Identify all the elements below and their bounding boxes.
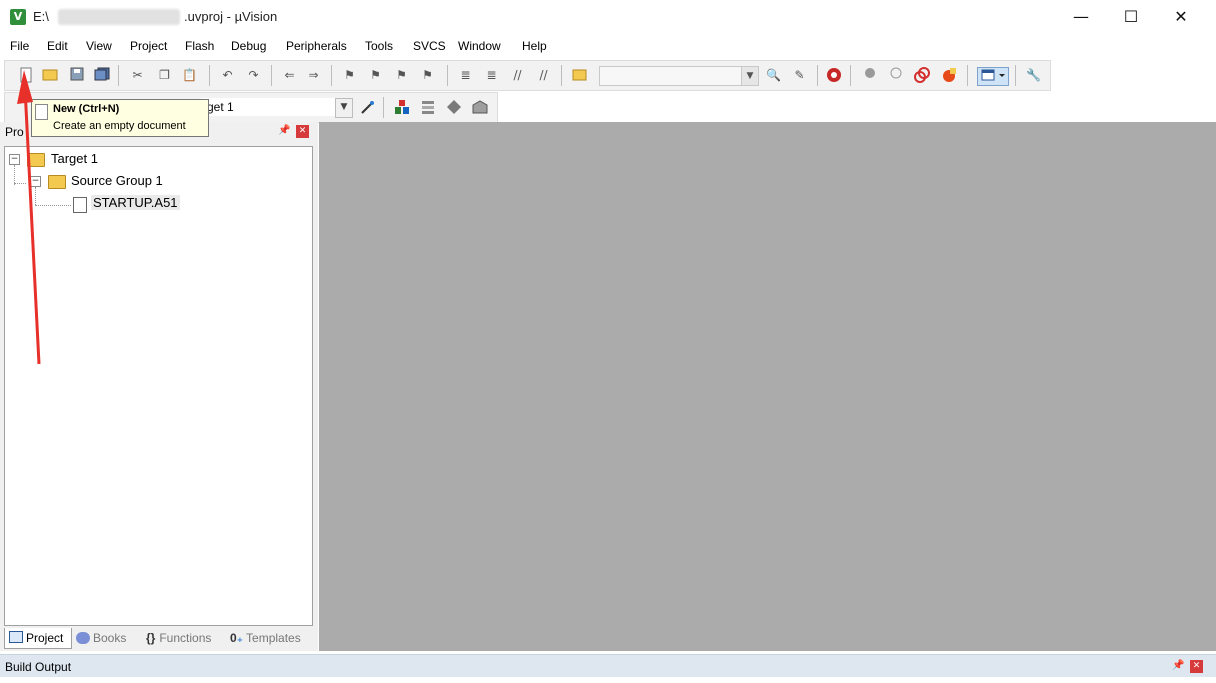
uvision-app-icon: V (10, 9, 26, 25)
unindent-icon[interactable]: ≣ (483, 67, 500, 84)
navigate-forward-icon[interactable]: ⇒ (305, 67, 322, 84)
tab-templates[interactable]: 0₊ Templates (230, 628, 310, 648)
window-title-suffix: .uvproj - µVision (184, 9, 278, 24)
next-bookmark-icon[interactable]: ⚑ (393, 67, 410, 84)
tab-project-label: Project (26, 631, 64, 645)
previous-bookmark-icon[interactable]: ⚑ (367, 67, 384, 84)
menu-debug[interactable]: Debug (231, 39, 266, 53)
pin-icon[interactable]: 📌 (1172, 660, 1184, 671)
start-debug-icon[interactable] (825, 67, 842, 84)
navigate-back-icon[interactable]: ⇐ (281, 67, 298, 84)
braces-icon: {} (146, 631, 156, 645)
copy-icon[interactable]: ❐ (156, 67, 173, 84)
tree-node-source-group[interactable]: Source Group 1 (71, 173, 163, 188)
insert-breakpoint-icon[interactable] (861, 67, 878, 84)
menu-bar: File Edit View Project Flash Debug Perip… (0, 36, 1216, 58)
tooltip-description: Create an empty document (53, 120, 186, 132)
menu-tools[interactable]: Tools (365, 39, 393, 53)
menu-file[interactable]: File (10, 39, 29, 53)
close-panel-icon[interactable]: ✕ (296, 125, 309, 138)
close-button[interactable]: ✕ (1158, 0, 1204, 34)
tree-node-target[interactable]: Target 1 (51, 151, 98, 166)
save-all-icon[interactable] (93, 67, 110, 84)
configure-wrench-icon[interactable]: 🔧 (1025, 67, 1042, 84)
build-output-header: Build Output 📌 ✕ (0, 654, 1216, 677)
close-panel-icon[interactable]: ✕ (1190, 660, 1203, 673)
pin-icon[interactable]: 📌 (278, 125, 290, 136)
target-folder-icon (27, 153, 45, 167)
window-layout-icon[interactable] (977, 67, 1009, 86)
select-packs-icon[interactable] (419, 99, 436, 116)
paste-icon[interactable]: 📋 (181, 67, 198, 84)
collapse-target-icon[interactable]: − (9, 154, 20, 165)
target-options-icon[interactable] (359, 99, 376, 116)
project-icon (9, 631, 23, 643)
tab-templates-label: Templates (246, 631, 301, 645)
tooltip-title: New (Ctrl+N) (53, 103, 120, 115)
new-file-icon[interactable] (17, 67, 34, 84)
pack-installer-icon[interactable] (471, 99, 488, 116)
asm-file-icon (73, 197, 87, 213)
window-title-prefix: E:\ (33, 9, 49, 24)
indent-icon[interactable]: ≣ (457, 67, 474, 84)
editor-area[interactable] (319, 122, 1216, 651)
project-panel-title: Pro (5, 125, 24, 139)
templates-icon: 0₊ (230, 631, 244, 645)
target-select-value: get 1 (207, 100, 234, 114)
collapse-group-icon[interactable]: − (30, 176, 41, 187)
project-panel: Pro 📌 ✕ − Target 1 − Source Group 1 STAR… (0, 122, 318, 651)
insert-bookmark-icon[interactable]: ⚑ (341, 67, 358, 84)
enable-breakpoint-icon[interactable] (887, 67, 904, 84)
project-panel-tabs: Project Books {} Functions 0₊ Templates (4, 626, 311, 650)
redo-icon[interactable]: ↷ (245, 67, 262, 84)
source-group-folder-icon (48, 175, 66, 189)
blurred-path (58, 9, 180, 25)
books-icon (76, 632, 90, 644)
clear-bookmarks-icon[interactable]: ⚑ (419, 67, 436, 84)
document-icon (35, 104, 48, 120)
cut-icon[interactable]: ✂ (129, 67, 146, 84)
tree-node-startup-file[interactable]: STARTUP.A51 (91, 195, 180, 210)
tab-project[interactable]: Project (4, 628, 72, 649)
project-tree[interactable]: − Target 1 − Source Group 1 STARTUP.A51 (4, 146, 313, 626)
minimize-button[interactable]: — (1058, 0, 1104, 34)
title-bar: V E:\ .uvproj - µVision — ☐ ✕ (0, 0, 1216, 34)
menu-window[interactable]: Window (458, 39, 501, 53)
build-output-title: Build Output (5, 660, 72, 674)
menu-svcs[interactable]: SVCS (413, 39, 446, 53)
maximize-button[interactable]: ☐ (1108, 0, 1154, 34)
find-icon[interactable]: 🔍 (765, 67, 782, 84)
menu-edit[interactable]: Edit (47, 39, 68, 53)
tab-functions[interactable]: {} Functions (146, 628, 226, 648)
chevron-down-icon[interactable]: ▼ (741, 67, 758, 85)
target-select[interactable]: get 1 ▼ (201, 98, 353, 118)
tab-functions-label: Functions (159, 631, 212, 645)
open-folder-icon[interactable] (41, 67, 58, 84)
chevron-down-icon[interactable]: ▼ (335, 98, 353, 118)
incremental-find-icon[interactable]: ✎ (791, 67, 808, 84)
file-toolbar: ✂ ❐ 📋 ↶ ↷ ⇐ ⇒ ⚑ ⚑ ⚑ ⚑ ≣ ≣ // // ▼ 🔍 ✎ 🔧 (4, 60, 1051, 91)
menu-peripherals[interactable]: Peripherals (286, 39, 347, 53)
save-icon[interactable] (68, 67, 85, 84)
new-file-tooltip: New (Ctrl+N) Create an empty document (31, 99, 209, 137)
manage-components-icon[interactable] (445, 99, 462, 116)
kill-breakpoints-icon[interactable] (940, 67, 957, 84)
find-combo[interactable]: ▼ (599, 66, 759, 86)
tab-books[interactable]: Books (76, 628, 138, 648)
find-in-files-icon[interactable] (571, 67, 588, 84)
manage-project-items-icon[interactable] (393, 99, 410, 116)
tab-books-label: Books (93, 631, 127, 645)
build-output-pane[interactable] (0, 677, 1216, 683)
menu-help[interactable]: Help (522, 39, 547, 53)
menu-project[interactable]: Project (130, 39, 167, 53)
menu-view[interactable]: View (86, 39, 112, 53)
disable-breakpoints-icon[interactable] (913, 67, 930, 84)
comment-icon[interactable]: // (509, 67, 526, 84)
menu-flash[interactable]: Flash (185, 39, 214, 53)
uncomment-icon[interactable]: // (535, 67, 552, 84)
undo-icon[interactable]: ↶ (219, 67, 236, 84)
